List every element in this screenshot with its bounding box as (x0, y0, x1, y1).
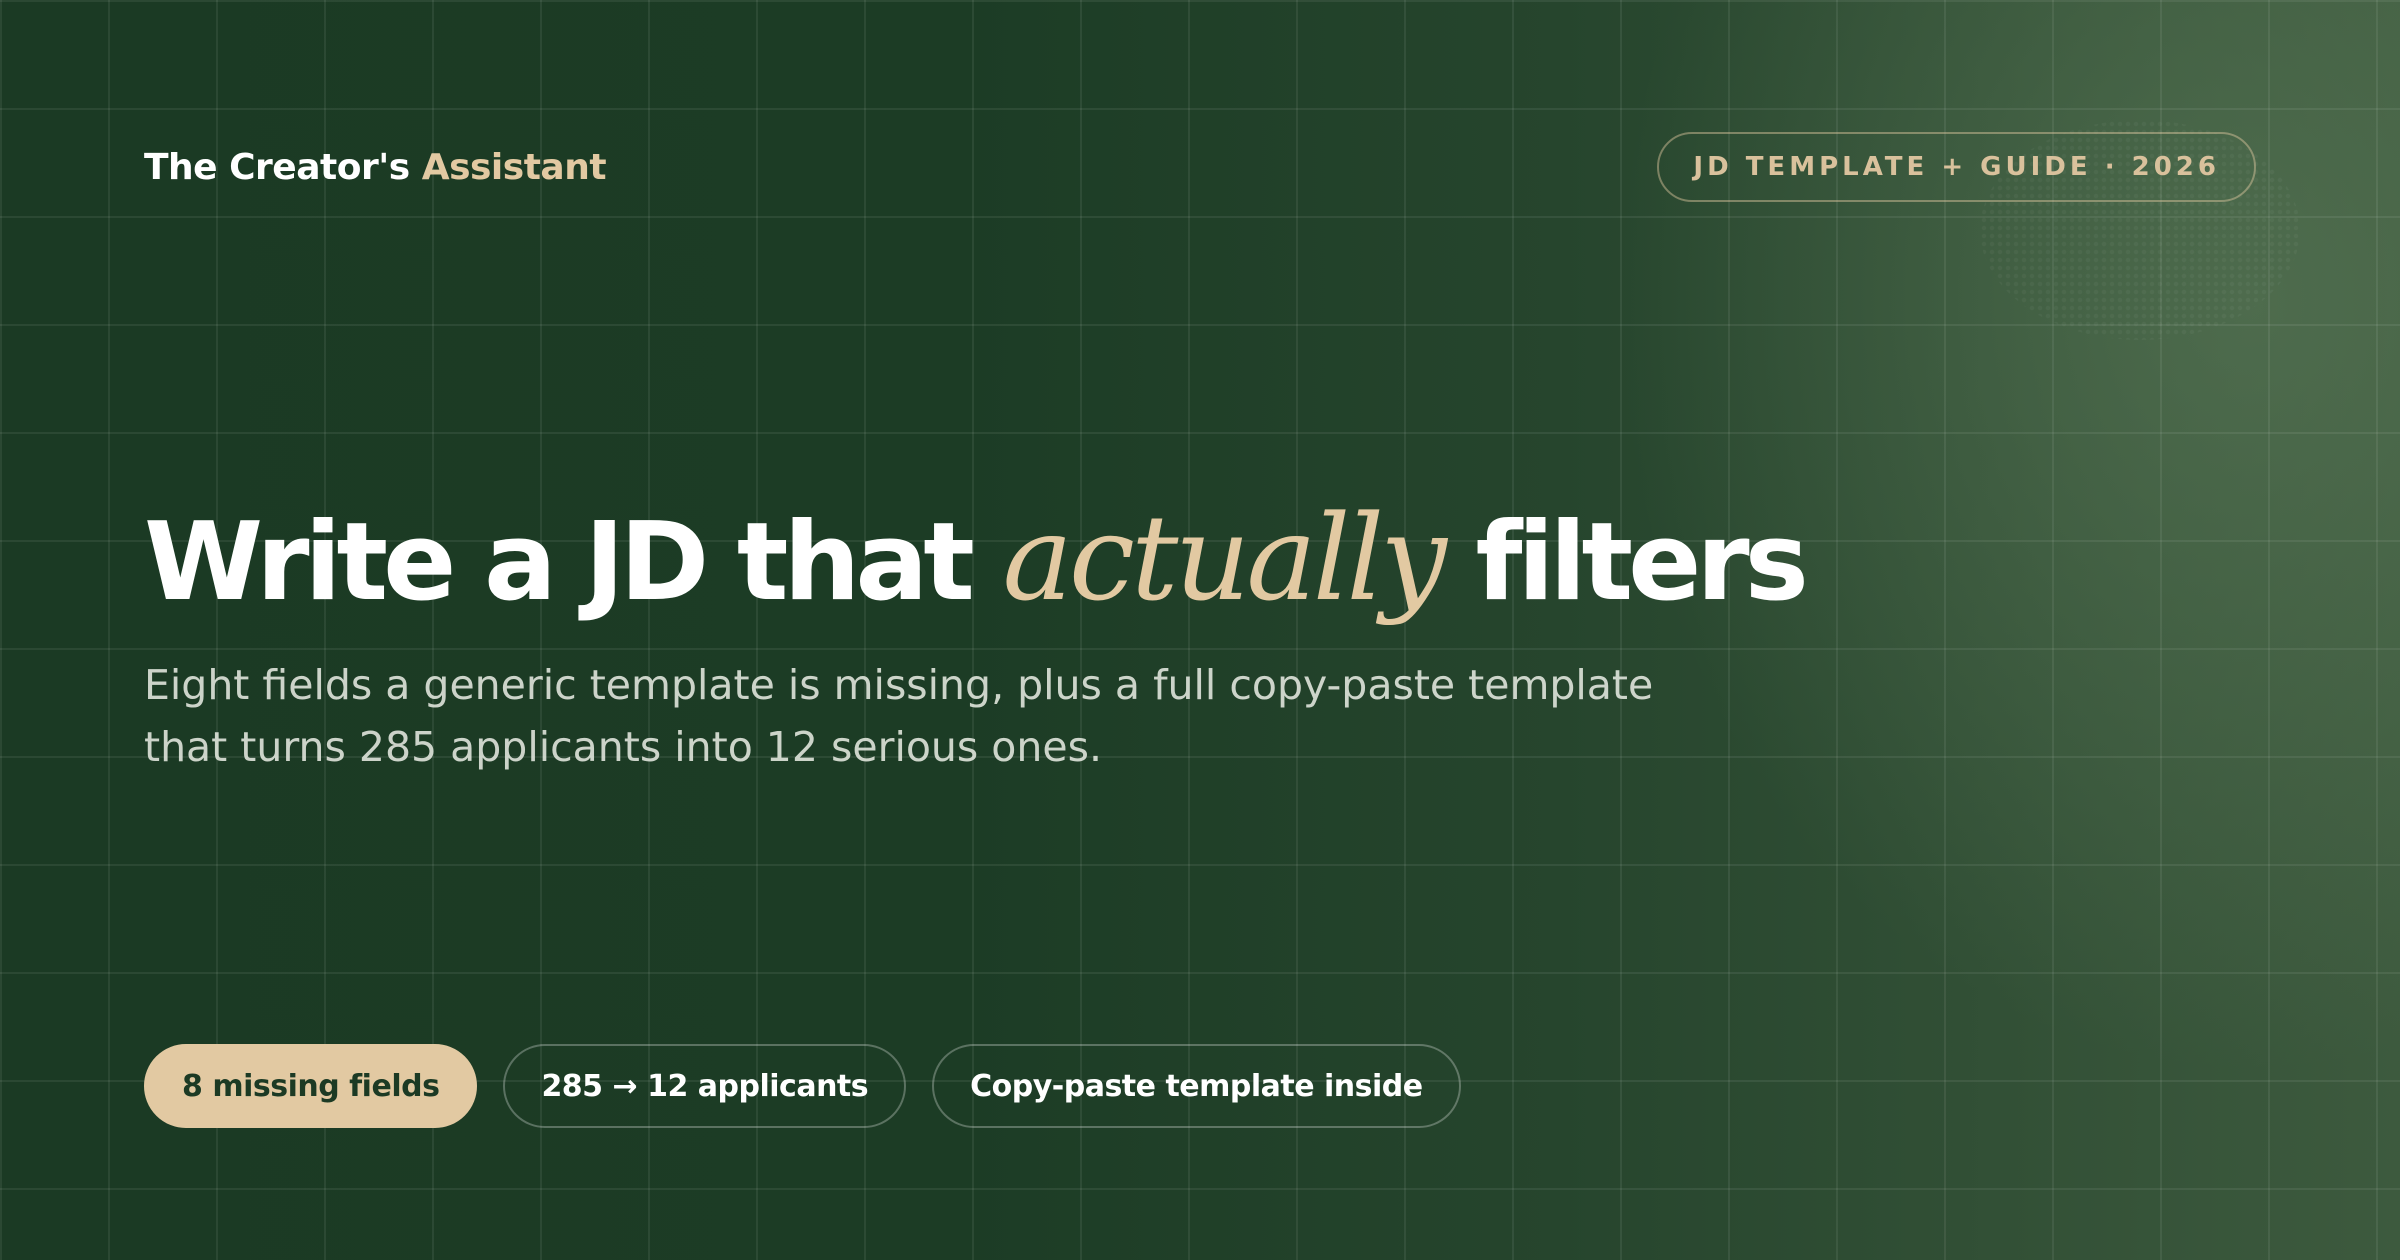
brand-logo[interactable]: The Creator's Assistant (144, 144, 607, 192)
title-after: filters (1442, 500, 1808, 625)
title-before: Write a JD that (144, 500, 1003, 625)
brand-name-accent: Assistant (421, 147, 607, 188)
hero-banner: The Creator's Assistant JD TEMPLATE + GU… (0, 0, 2400, 1260)
title-emphasis: actually (1002, 489, 1447, 627)
feature-chips: 8 missing fields 285 → 12 applicants Cop… (144, 1044, 1461, 1128)
chip-missing-fields[interactable]: 8 missing fields (144, 1044, 478, 1128)
chip-applicants[interactable]: 285 → 12 applicants (503, 1044, 907, 1128)
chip-template[interactable]: Copy-paste template inside (932, 1044, 1461, 1128)
brand-name-primary: The Creator's (144, 147, 422, 188)
subtitle: Eight fields a generic template is missi… (144, 661, 1654, 771)
category-tag: JD TEMPLATE + GUIDE · 2026 (1657, 132, 2256, 202)
page-title: Write a JD that actually filters (144, 488, 1809, 633)
